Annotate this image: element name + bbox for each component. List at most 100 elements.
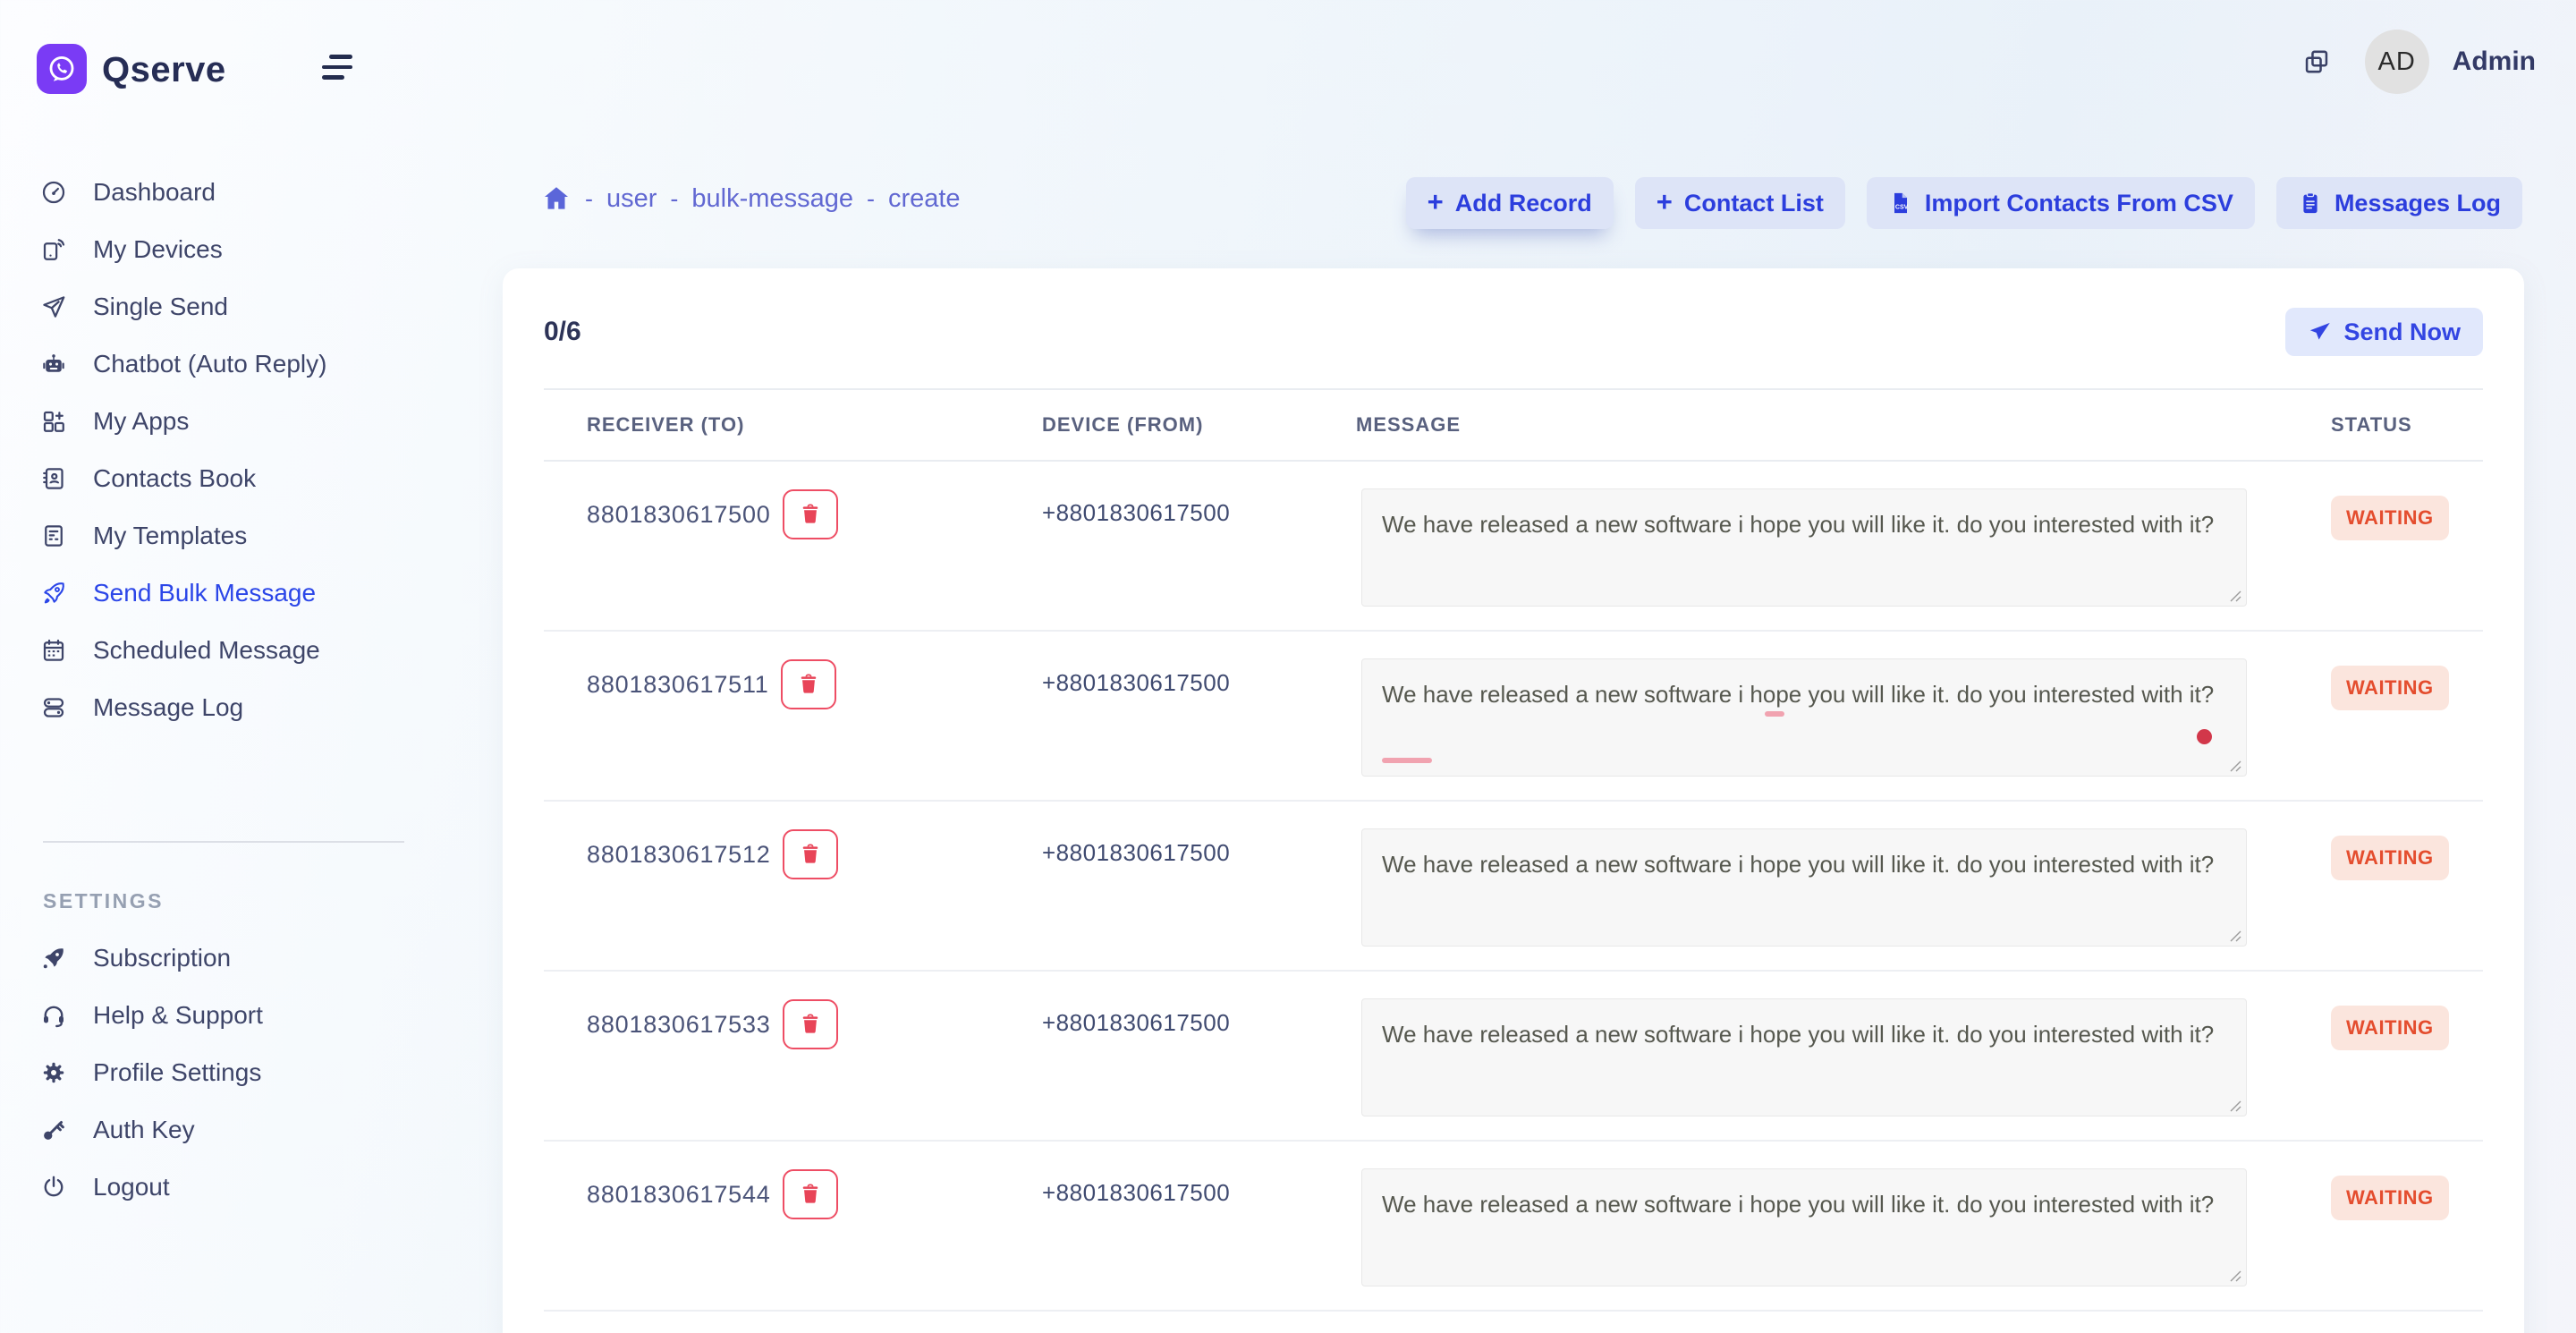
calendar-icon <box>39 636 68 665</box>
sidebar-item-label: Dashboard <box>93 178 216 207</box>
rocket-filled-icon <box>39 944 68 972</box>
sidebar-item-dashboard[interactable]: Dashboard <box>0 164 503 221</box>
card-header: 0/6 Send Now <box>544 268 2483 390</box>
sidebar-item-contacts-book[interactable]: Contacts Book <box>0 450 503 507</box>
sidebar-item-profile-settings[interactable]: Profile Settings <box>0 1044 503 1101</box>
sidebar-item-label: Help & Support <box>93 1001 263 1030</box>
device-number: +8801830617500 <box>1042 1179 1356 1207</box>
delete-row-button[interactable] <box>781 659 836 709</box>
device-cell: +8801830617500 <box>1042 1168 1356 1207</box>
textarea-resize-handle[interactable] <box>2230 1270 2241 1282</box>
sidebar-item-my-templates[interactable]: My Templates <box>0 507 503 565</box>
delete-row-button[interactable] <box>783 999 838 1049</box>
status-badge: WAITING <box>2331 496 2449 540</box>
breadcrumb-item-create[interactable]: create <box>888 184 961 214</box>
breadcrumb-separator: - <box>867 185 875 213</box>
sidebar-item-my-apps[interactable]: My Apps <box>0 393 503 450</box>
status-badge: WAITING <box>2331 1006 2449 1050</box>
breadcrumb: - user - bulk-message - create <box>541 181 961 217</box>
delete-row-button[interactable] <box>783 829 838 879</box>
svg-text:CSV: CSV <box>1895 204 1909 210</box>
messages-log-button[interactable]: Messages Log <box>2276 177 2522 229</box>
avatar[interactable]: AD <box>2365 30 2429 94</box>
status-cell: WAITING <box>2331 1168 2483 1220</box>
device-number: +8801830617500 <box>1042 499 1356 527</box>
textarea-resize-handle[interactable] <box>2230 760 2241 772</box>
message-cell: We have released a new software i hope y… <box>1356 998 2331 1116</box>
apps-grid-icon <box>39 407 68 436</box>
delete-row-button[interactable] <box>783 1169 838 1219</box>
breadcrumb-separator: - <box>670 185 678 213</box>
table-row: 8801830617500 +8801830617500 We have rel… <box>544 462 2483 632</box>
message-textarea[interactable]: We have released a new software i hope y… <box>1361 658 2247 777</box>
status-cell: WAITING <box>2331 998 2483 1050</box>
sidebar-item-message-log[interactable]: Message Log <box>0 679 503 736</box>
column-receiver: RECEIVER (TO) <box>587 413 1042 437</box>
sidebar-item-label: Scheduled Message <box>93 636 320 665</box>
user-name[interactable]: Admin <box>2453 47 2536 77</box>
receiver-cell: 8801830617511 <box>587 658 1042 710</box>
sidebar-item-chatbot[interactable]: Chatbot (Auto Reply) <box>0 335 503 393</box>
sidebar-item-label: My Apps <box>93 407 189 436</box>
message-text: We have released a new software i hope y… <box>1382 681 2214 708</box>
message-textarea[interactable]: We have released a new software i hope y… <box>1361 1168 2247 1286</box>
status-cell: WAITING <box>2331 488 2483 540</box>
sent-counter: 0/6 <box>544 317 581 347</box>
home-icon[interactable] <box>541 183 572 214</box>
app-logo[interactable] <box>37 44 87 94</box>
device-cell: +8801830617500 <box>1042 998 1356 1037</box>
device-cell: +8801830617500 <box>1042 658 1356 697</box>
message-textarea[interactable]: We have released a new software i hope y… <box>1361 998 2247 1116</box>
receiver-number: 8801830617512 <box>587 841 771 869</box>
contacts-book-icon <box>39 464 68 493</box>
sidebar-item-help-support[interactable]: Help & Support <box>0 987 503 1044</box>
page-actions: + Add Record + Contact List CSV Import C… <box>1406 177 2522 229</box>
message-textarea[interactable]: We have released a new software i hope y… <box>1361 488 2247 607</box>
window-toggle-button[interactable] <box>2302 47 2331 76</box>
sidebar-item-auth-key[interactable]: Auth Key <box>0 1101 503 1159</box>
trash-icon <box>799 843 822 866</box>
message-text: We have released a new software i hope y… <box>1382 1191 2214 1218</box>
sidebar-item-label: My Devices <box>93 235 223 264</box>
column-message: MESSAGE <box>1356 413 2331 437</box>
textarea-resize-handle[interactable] <box>2230 1100 2241 1112</box>
clipboard-icon <box>2298 191 2323 216</box>
column-device: DEVICE (FROM) <box>1042 413 1356 437</box>
device-number: +8801830617500 <box>1042 1009 1356 1037</box>
status-cell: WAITING <box>2331 828 2483 880</box>
receiver-cell: 8801830617544 <box>587 1168 1042 1220</box>
breadcrumb-item-bulk-message[interactable]: bulk-message <box>691 184 853 214</box>
trash-icon <box>799 1183 822 1206</box>
sidebar-item-scheduled-message[interactable]: Scheduled Message <box>0 622 503 679</box>
status-badge: WAITING <box>2331 1176 2449 1220</box>
breadcrumb-separator: - <box>585 185 593 213</box>
table-header: RECEIVER (TO) DEVICE (FROM) MESSAGE STAT… <box>544 390 2483 462</box>
import-contacts-csv-button[interactable]: CSV Import Contacts From CSV <box>1867 177 2255 229</box>
delete-row-button[interactable] <box>783 489 838 539</box>
table-row: 8801830617511 +8801830617500 We have rel… <box>544 632 2483 802</box>
sidebar-item-label: My Templates <box>93 522 247 550</box>
sidebar-item-label: Logout <box>93 1173 170 1201</box>
button-label: Add Record <box>1455 190 1592 217</box>
add-record-button[interactable]: + Add Record <box>1406 177 1614 229</box>
message-textarea[interactable]: We have released a new software i hope y… <box>1361 828 2247 947</box>
sidebar-toggle-button[interactable] <box>322 55 352 80</box>
sidebar-item-single-send[interactable]: Single Send <box>0 278 503 335</box>
plus-icon: + <box>1657 186 1673 218</box>
button-label: Contact List <box>1684 190 1824 217</box>
sidebar-item-logout[interactable]: Logout <box>0 1159 503 1216</box>
contact-list-button[interactable]: + Contact List <box>1635 177 1845 229</box>
textarea-resize-handle[interactable] <box>2230 590 2241 602</box>
textarea-resize-handle[interactable] <box>2230 930 2241 942</box>
send-icon <box>2308 320 2332 344</box>
sidebar-item-subscription[interactable]: Subscription <box>0 930 503 987</box>
table-body: 8801830617500 +8801830617500 We have rel… <box>503 462 2524 1312</box>
message-text: We have released a new software i hope y… <box>1382 1021 2214 1048</box>
breadcrumb-item-user[interactable]: user <box>606 184 657 214</box>
sidebar-item-my-devices[interactable]: My Devices <box>0 221 503 278</box>
receiver-cell: 8801830617512 <box>587 828 1042 880</box>
robot-icon <box>39 350 68 378</box>
send-now-button[interactable]: Send Now <box>2285 308 2483 356</box>
sidebar-item-send-bulk-message[interactable]: Send Bulk Message <box>0 565 503 622</box>
table-row: 8801830617544 +8801830617500 We have rel… <box>544 1142 2483 1312</box>
